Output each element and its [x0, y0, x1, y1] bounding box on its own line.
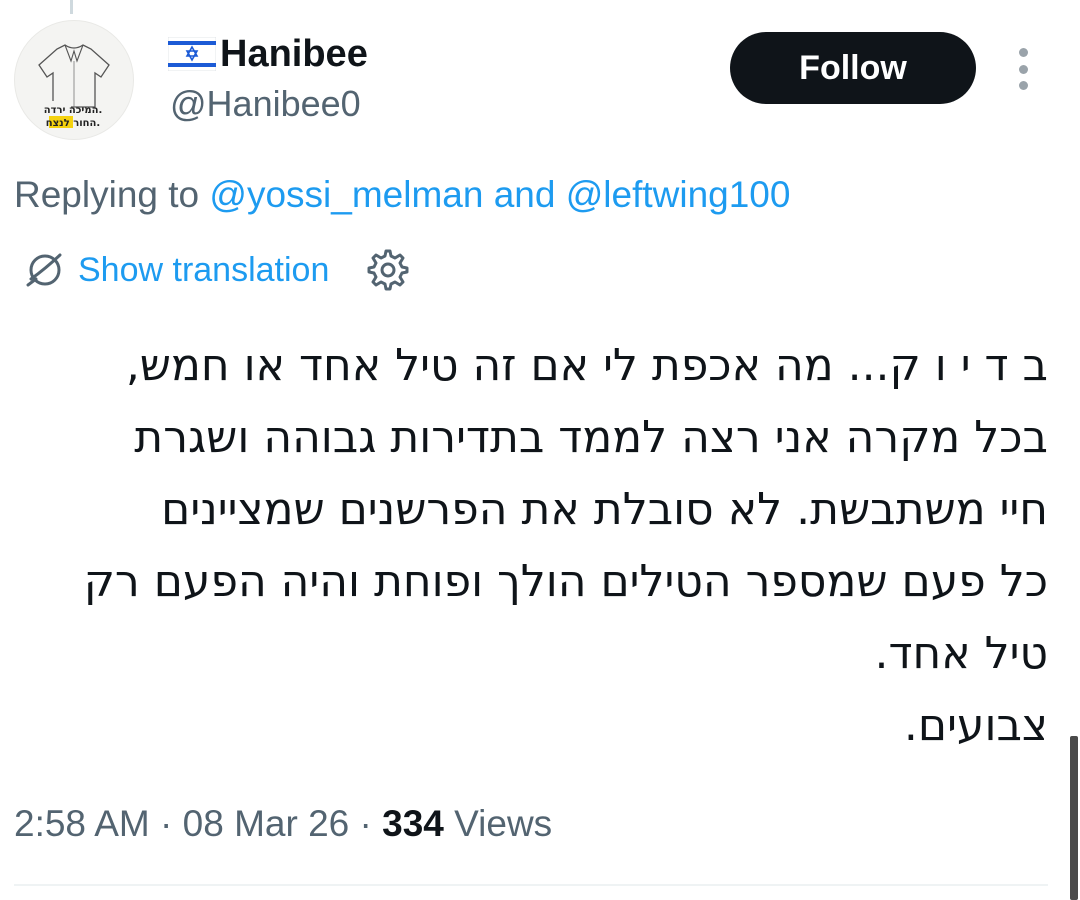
globe-icon — [26, 253, 62, 287]
tweet-detail: המיכה ירדה. החור לנצח. Hanibee @Hanibee0… — [0, 0, 1080, 900]
tweet-time[interactable]: 2:58 AM — [14, 803, 150, 844]
tweet-text: ב ד י ו ק... מה אכפת לי אם זה טיל אחד או… — [83, 340, 1048, 751]
display-name-text: Hanibee — [220, 33, 368, 75]
mention-link-leftwing100[interactable]: @leftwing100 — [566, 174, 791, 215]
meta-separator: · — [359, 803, 372, 844]
meta-separator: · — [160, 803, 173, 844]
author-handle[interactable]: @Hanibee0 — [170, 82, 361, 126]
israel-flag-icon — [168, 37, 216, 71]
replying-to: Replying to @yossi_melman and @leftwing1… — [14, 172, 790, 218]
scrollbar[interactable] — [1070, 736, 1078, 900]
views-label: Views — [454, 803, 553, 844]
gear-icon[interactable] — [365, 247, 411, 293]
more-vertical-icon[interactable] — [1008, 48, 1038, 90]
avatar[interactable]: המיכה ירדה. החור לנצח. — [14, 20, 134, 140]
avatar-caption-line2: החור לנצח. — [46, 118, 100, 129]
replying-to-prefix: Replying to — [14, 174, 200, 215]
thread-connector-line — [70, 0, 73, 14]
tweet-date[interactable]: 08 Mar 26 — [183, 803, 350, 844]
author-display-name[interactable]: Hanibee — [168, 34, 368, 74]
views-count: 334 — [382, 803, 444, 844]
translation-row: Show translation — [24, 246, 411, 294]
show-translation-link[interactable]: Show translation — [78, 251, 329, 290]
avatar-shirt-icon: המיכה ירדה. החור לנצח. — [38, 44, 110, 129]
replying-to-conjunction: and — [493, 174, 556, 215]
mention-link-yossi-melman[interactable]: @yossi_melman — [209, 174, 483, 215]
follow-button[interactable]: Follow — [730, 32, 976, 104]
divider — [14, 884, 1048, 886]
tweet-meta: 2:58 AM · 08 Mar 26 · 334 Views — [14, 800, 552, 848]
avatar-caption-line1: המיכה ירדה. — [44, 105, 103, 116]
